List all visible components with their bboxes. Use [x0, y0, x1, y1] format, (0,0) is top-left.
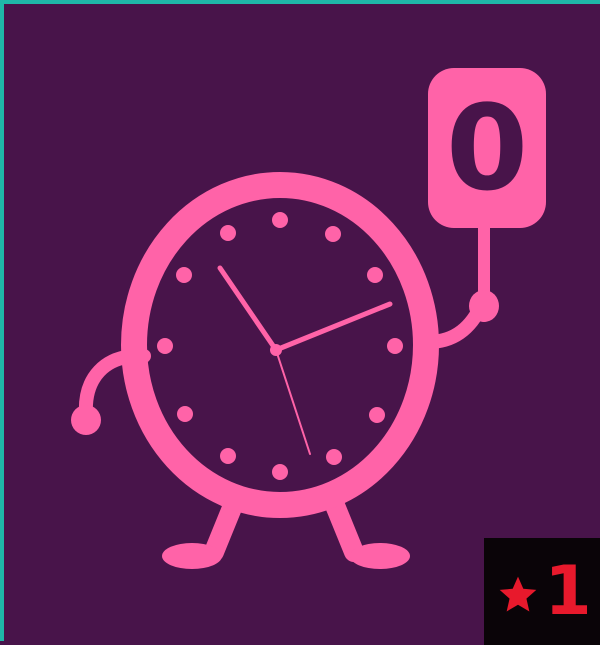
star-badge: 1 [484, 538, 600, 645]
mascot-left-foot [162, 543, 222, 569]
clock-tile[interactable]: 0 1 [0, 0, 600, 645]
sign-value: 0 [445, 79, 529, 217]
clock-face [121, 172, 439, 518]
star-count: 1 [544, 551, 592, 631]
clock-minute-hand [273, 301, 393, 353]
mascot-right-foot [350, 543, 410, 569]
mascot-left-hand [71, 405, 101, 435]
clock-hour-hand [217, 265, 279, 353]
clock-center-pin [270, 344, 282, 356]
mascot-right-hand [469, 290, 499, 322]
clock-second-hand [275, 349, 311, 455]
star-icon [499, 576, 537, 611]
